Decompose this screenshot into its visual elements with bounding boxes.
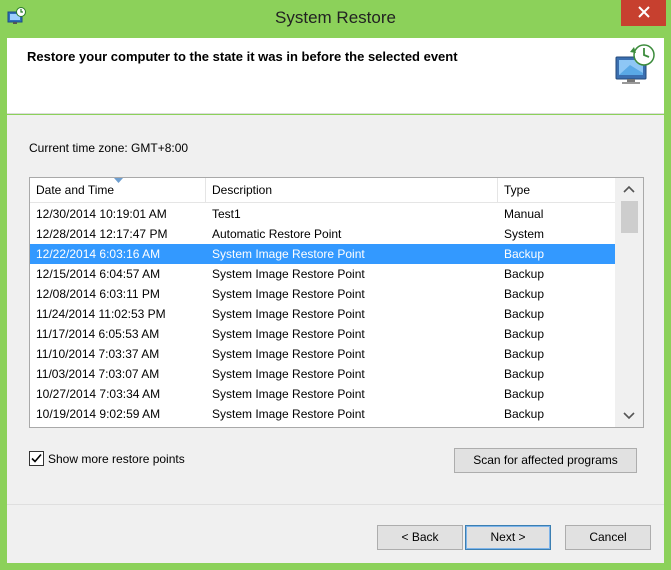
cell-date: 12/08/2014 6:03:11 PM bbox=[36, 287, 160, 301]
cell-type: System bbox=[504, 227, 545, 241]
chevron-up-icon bbox=[623, 185, 635, 193]
cell-date: 12/30/2014 10:19:01 AM bbox=[36, 207, 167, 221]
back-button[interactable]: < Back bbox=[377, 525, 463, 550]
cell-date: 12/28/2014 12:17:47 PM bbox=[36, 227, 168, 241]
cell-type: Backup bbox=[504, 407, 545, 421]
cell-description: System Image Restore Point bbox=[212, 307, 365, 321]
system-restore-window: System Restore Restore your computer to … bbox=[0, 0, 671, 570]
cell-type: Backup bbox=[504, 327, 545, 341]
cell-description: System Image Restore Point bbox=[212, 247, 365, 261]
cell-type: Backup bbox=[504, 307, 545, 321]
show-more-checkbox[interactable] bbox=[29, 451, 44, 466]
close-button[interactable] bbox=[621, 0, 666, 26]
cell-description: System Image Restore Point bbox=[212, 287, 365, 301]
sort-indicator-icon bbox=[114, 178, 123, 183]
wizard-footer: < Back Next > Cancel bbox=[7, 504, 664, 563]
header-title: Restore your computer to the state it wa… bbox=[27, 49, 458, 64]
window-title: System Restore bbox=[275, 8, 396, 27]
restore-point-list[interactable]: Date and Time Description Type 12/30/201… bbox=[29, 177, 644, 428]
column-header-type[interactable]: Type bbox=[498, 178, 615, 203]
column-header-description-label: Description bbox=[212, 183, 273, 197]
table-row[interactable]: 11/17/2014 6:05:53 AM System Image Resto… bbox=[30, 324, 615, 344]
wizard-body: Current time zone: GMT+8:00 Date and Tim… bbox=[7, 115, 664, 504]
cell-description: Automatic Restore Point bbox=[212, 227, 342, 241]
chevron-down-icon bbox=[623, 412, 635, 420]
scroll-thumb[interactable] bbox=[621, 201, 638, 233]
table-row[interactable]: 12/30/2014 10:19:01 AM Test1 Manual bbox=[30, 204, 615, 224]
cell-type: Backup bbox=[504, 287, 545, 301]
cell-description: System Image Restore Point bbox=[212, 387, 365, 401]
cell-date: 11/03/2014 7:03:07 AM bbox=[36, 367, 160, 381]
table-row-selected[interactable]: 12/22/2014 6:03:16 AM System Image Resto… bbox=[30, 244, 615, 264]
cell-description: System Image Restore Point bbox=[212, 367, 365, 381]
cell-description: System Image Restore Point bbox=[212, 267, 365, 281]
vertical-scrollbar[interactable] bbox=[615, 178, 643, 427]
scroll-up-button[interactable] bbox=[615, 178, 643, 200]
close-icon bbox=[637, 6, 650, 18]
cell-description: System Image Restore Point bbox=[212, 347, 365, 361]
cancel-button[interactable]: Cancel bbox=[565, 525, 651, 550]
wizard-header: Restore your computer to the state it wa… bbox=[7, 38, 664, 114]
list-rows: 12/30/2014 10:19:01 AM Test1 Manual 12/2… bbox=[30, 204, 615, 424]
show-more-label[interactable]: Show more restore points bbox=[48, 452, 185, 466]
cell-description: Test1 bbox=[212, 207, 241, 221]
cell-description: System Image Restore Point bbox=[212, 327, 365, 341]
column-header-date-label: Date and Time bbox=[36, 183, 115, 197]
cell-date: 12/22/2014 6:03:16 AM bbox=[36, 247, 161, 261]
table-row[interactable]: 11/24/2014 11:02:53 PM System Image Rest… bbox=[30, 304, 615, 324]
scroll-down-button[interactable] bbox=[615, 405, 643, 427]
table-row[interactable]: 12/15/2014 6:04:57 AM System Image Resto… bbox=[30, 264, 615, 284]
system-restore-monitor-icon bbox=[612, 43, 658, 89]
cell-type: Manual bbox=[504, 207, 544, 221]
cell-date: 10/19/2014 9:02:59 AM bbox=[36, 407, 161, 421]
column-header-description[interactable]: Description bbox=[206, 178, 498, 203]
table-row[interactable]: 12/08/2014 6:03:11 PM System Image Resto… bbox=[30, 284, 615, 304]
table-row[interactable]: 12/28/2014 12:17:47 PM Automatic Restore… bbox=[30, 224, 615, 244]
column-header-date[interactable]: Date and Time bbox=[30, 178, 206, 203]
list-header: Date and Time Description Type bbox=[30, 178, 615, 203]
table-row[interactable]: 10/27/2014 7:03:34 AM System Image Resto… bbox=[30, 384, 615, 404]
cell-date: 11/24/2014 11:02:53 PM bbox=[36, 307, 166, 321]
table-row[interactable]: 11/10/2014 7:03:37 AM System Image Resto… bbox=[30, 344, 615, 364]
cell-type: Backup bbox=[504, 267, 545, 281]
table-row[interactable]: 11/03/2014 7:03:07 AM System Image Resto… bbox=[30, 364, 615, 384]
scan-affected-programs-button[interactable]: Scan for affected programs bbox=[454, 448, 637, 473]
timezone-label: Current time zone: GMT+8:00 bbox=[29, 141, 189, 155]
cell-description: System Image Restore Point bbox=[212, 407, 365, 421]
title-bar[interactable]: System Restore bbox=[0, 0, 671, 38]
cell-date: 12/15/2014 6:04:57 AM bbox=[36, 267, 161, 281]
cell-type: Backup bbox=[504, 387, 545, 401]
cell-type: Backup bbox=[504, 367, 545, 381]
cell-type: Backup bbox=[504, 347, 545, 361]
table-row[interactable]: 10/19/2014 9:02:59 AM System Image Resto… bbox=[30, 404, 615, 424]
cell-type: Backup bbox=[504, 247, 545, 261]
column-header-type-label: Type bbox=[504, 183, 531, 197]
checkmark-icon bbox=[31, 453, 42, 463]
cell-date: 11/10/2014 7:03:37 AM bbox=[36, 347, 160, 361]
cell-date: 10/27/2014 7:03:34 AM bbox=[36, 387, 161, 401]
next-button[interactable]: Next > bbox=[465, 525, 551, 550]
cell-date: 11/17/2014 6:05:53 AM bbox=[36, 327, 160, 341]
